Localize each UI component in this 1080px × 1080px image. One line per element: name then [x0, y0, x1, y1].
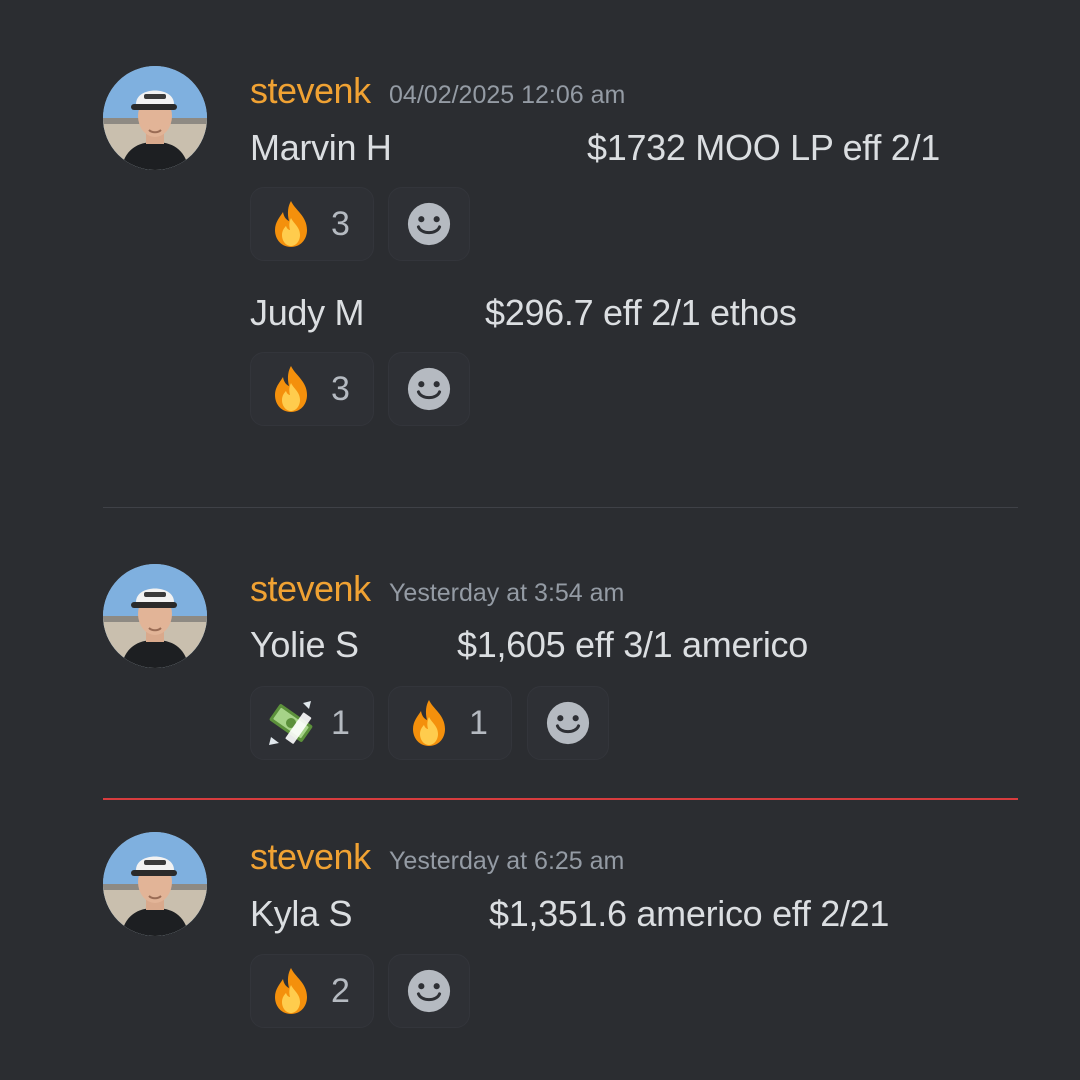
smile-icon: [406, 201, 452, 247]
smile-icon: [406, 968, 452, 1014]
reaction-count: 1: [331, 703, 350, 742]
add-reaction-button[interactable]: [388, 187, 470, 261]
timestamp[interactable]: 04/02/2025 12:06 am: [389, 81, 625, 109]
add-reaction-button[interactable]: [388, 954, 470, 1028]
message-line: Kyla S: [250, 893, 353, 935]
author-name[interactable]: stevenk: [250, 836, 371, 877]
message-line: Yolie S: [250, 624, 359, 666]
message-line: Judy M: [250, 292, 365, 334]
message-divider: [103, 507, 1018, 508]
fire-icon: [265, 965, 317, 1017]
deal-detail: $296.7 eff 2/1 ethos: [485, 292, 797, 333]
fire-icon: [403, 697, 455, 749]
client-name: Judy M: [250, 292, 365, 333]
reaction-count: 3: [331, 369, 350, 408]
user-avatar[interactable]: [103, 564, 207, 668]
add-reaction-button[interactable]: [527, 686, 609, 760]
message-line: Marvin H: [250, 127, 392, 169]
author-name[interactable]: stevenk: [250, 568, 371, 609]
deal-detail: $1,351.6 americo eff 2/21: [489, 893, 890, 934]
message-detail: $1,351.6 americo eff 2/21: [489, 893, 889, 935]
reaction-count: 1: [469, 703, 488, 742]
reaction-fire[interactable]: 3: [250, 187, 374, 261]
author-name[interactable]: stevenk: [250, 70, 371, 111]
user-avatar[interactable]: [103, 66, 207, 170]
new-messages-divider: [103, 798, 1018, 800]
reaction-fire[interactable]: 2: [250, 954, 374, 1028]
reaction-count: 2: [331, 971, 350, 1010]
timestamp[interactable]: Yesterday at 6:25 am: [389, 847, 624, 875]
message-header: stevenk Yesterday at 3:54 am: [250, 568, 624, 610]
timestamp[interactable]: Yesterday at 3:54 am: [389, 579, 624, 607]
smile-icon: [545, 700, 591, 746]
message-detail: $1732 MOO LP eff 2/1: [587, 127, 940, 169]
reaction-money[interactable]: 1: [250, 686, 374, 760]
fire-icon: [265, 363, 317, 415]
add-reaction-button[interactable]: [388, 352, 470, 426]
reaction-fire[interactable]: 3: [250, 352, 374, 426]
money-with-wings-icon: [265, 697, 317, 749]
deal-detail: $1,605 eff 3/1 americo: [457, 624, 808, 665]
deal-detail: $1732 MOO LP eff 2/1: [587, 127, 940, 168]
client-name: Marvin H: [250, 127, 392, 168]
reaction-fire[interactable]: 1: [388, 686, 512, 760]
message-detail: $296.7 eff 2/1 ethos: [485, 292, 797, 334]
fire-icon: [265, 198, 317, 250]
message-detail: $1,605 eff 3/1 americo: [457, 624, 808, 666]
message-header: stevenk 04/02/2025 12:06 am: [250, 70, 625, 112]
smile-icon: [406, 366, 452, 412]
client-name: Yolie S: [250, 624, 359, 665]
user-avatar[interactable]: [103, 832, 207, 936]
client-name: Kyla S: [250, 893, 353, 934]
reaction-count: 3: [331, 204, 350, 243]
message-header: stevenk Yesterday at 6:25 am: [250, 836, 624, 878]
